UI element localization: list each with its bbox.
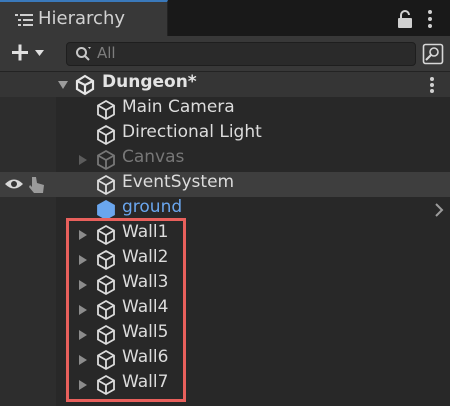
hierarchy-item[interactable]: Wall7 [0,372,450,397]
tab-title: Hierarchy [38,8,126,29]
gameobject-cube-icon [95,349,117,371]
collapsed-arrow-icon[interactable] [78,305,88,315]
tab-strip: Hierarchy [0,0,450,37]
visibility-eye-icon[interactable] [4,176,24,192]
hierarchy-item-label: Wall1 [122,222,169,242]
hierarchy-item[interactable]: Wall3 [0,272,450,297]
gameobject-cube-icon [95,299,117,321]
chevron-right-icon[interactable] [434,202,444,218]
hierarchy-item-label: EventSystem [122,172,235,192]
collapsed-arrow-icon[interactable] [78,280,88,290]
gameobject-cube-icon [95,174,117,196]
gameobject-cube-icon [95,374,117,396]
hierarchy-toolbar: All [0,36,450,72]
prefab-cube-icon [95,199,117,221]
window-menu-icon[interactable] [426,8,434,30]
gameobject-cube-icon [95,99,117,121]
hierarchy-item-label: Wall4 [122,297,169,317]
hierarchy-item-label: Wall7 [122,372,169,392]
hierarchy-item[interactable]: Wall2 [0,247,450,272]
hierarchy-item[interactable]: Directional Light [0,122,450,147]
hierarchy-item-label: Canvas [122,147,185,167]
tab-hierarchy[interactable]: Hierarchy [0,0,168,37]
hierarchy-item-label: Directional Light [122,122,262,142]
expanded-arrow-icon[interactable] [58,80,68,90]
search-icon [76,47,91,61]
hierarchy-item[interactable]: Main Camera [0,97,450,122]
hierarchy-item[interactable]: EventSystem [0,172,450,197]
search-placeholder: All [97,44,116,62]
collapsed-arrow-icon[interactable] [78,230,88,240]
hierarchy-item[interactable]: Wall1 [0,222,450,247]
gameobject-cube-icon [95,249,117,271]
hierarchy-item-label: Wall6 [122,347,169,367]
gameobject-cube-icon [95,224,117,246]
hierarchy-item-label: ground [122,197,183,217]
list-icon [15,14,33,26]
hierarchy-item-label: Wall5 [122,322,169,342]
gameobject-cube-icon [95,324,117,346]
search-field[interactable]: All [66,42,416,66]
gameobject-cube-icon [95,149,117,171]
unity-scene-icon [75,74,95,96]
hierarchy-item[interactable]: Wall4 [0,297,450,322]
collapsed-arrow-icon[interactable] [78,380,88,390]
hierarchy-item[interactable]: Canvas [0,147,450,172]
add-object-button[interactable] [6,40,50,66]
gameobject-cube-icon [95,274,117,296]
pickability-hand-icon[interactable] [28,175,46,195]
gameobject-cube-icon [95,124,117,146]
hierarchy-item-label: Wall2 [122,247,169,267]
scene-name: Dungeon* [102,72,197,92]
hierarchy-item-label: Main Camera [122,97,235,117]
search-window-icon[interactable] [422,43,444,65]
hierarchy-item[interactable]: Wall6 [0,347,450,372]
lock-icon[interactable] [396,9,414,29]
hierarchy-item[interactable]: ground [0,197,450,222]
hierarchy-item[interactable]: Wall5 [0,322,450,347]
collapsed-arrow-icon[interactable] [78,355,88,365]
scene-header[interactable]: Dungeon* [0,72,450,97]
collapsed-arrow-icon[interactable] [78,255,88,265]
collapsed-arrow-icon[interactable] [78,330,88,340]
collapsed-arrow-icon[interactable] [78,155,88,165]
hierarchy-item-label: Wall3 [122,272,169,292]
scene-menu-icon[interactable] [428,76,436,94]
